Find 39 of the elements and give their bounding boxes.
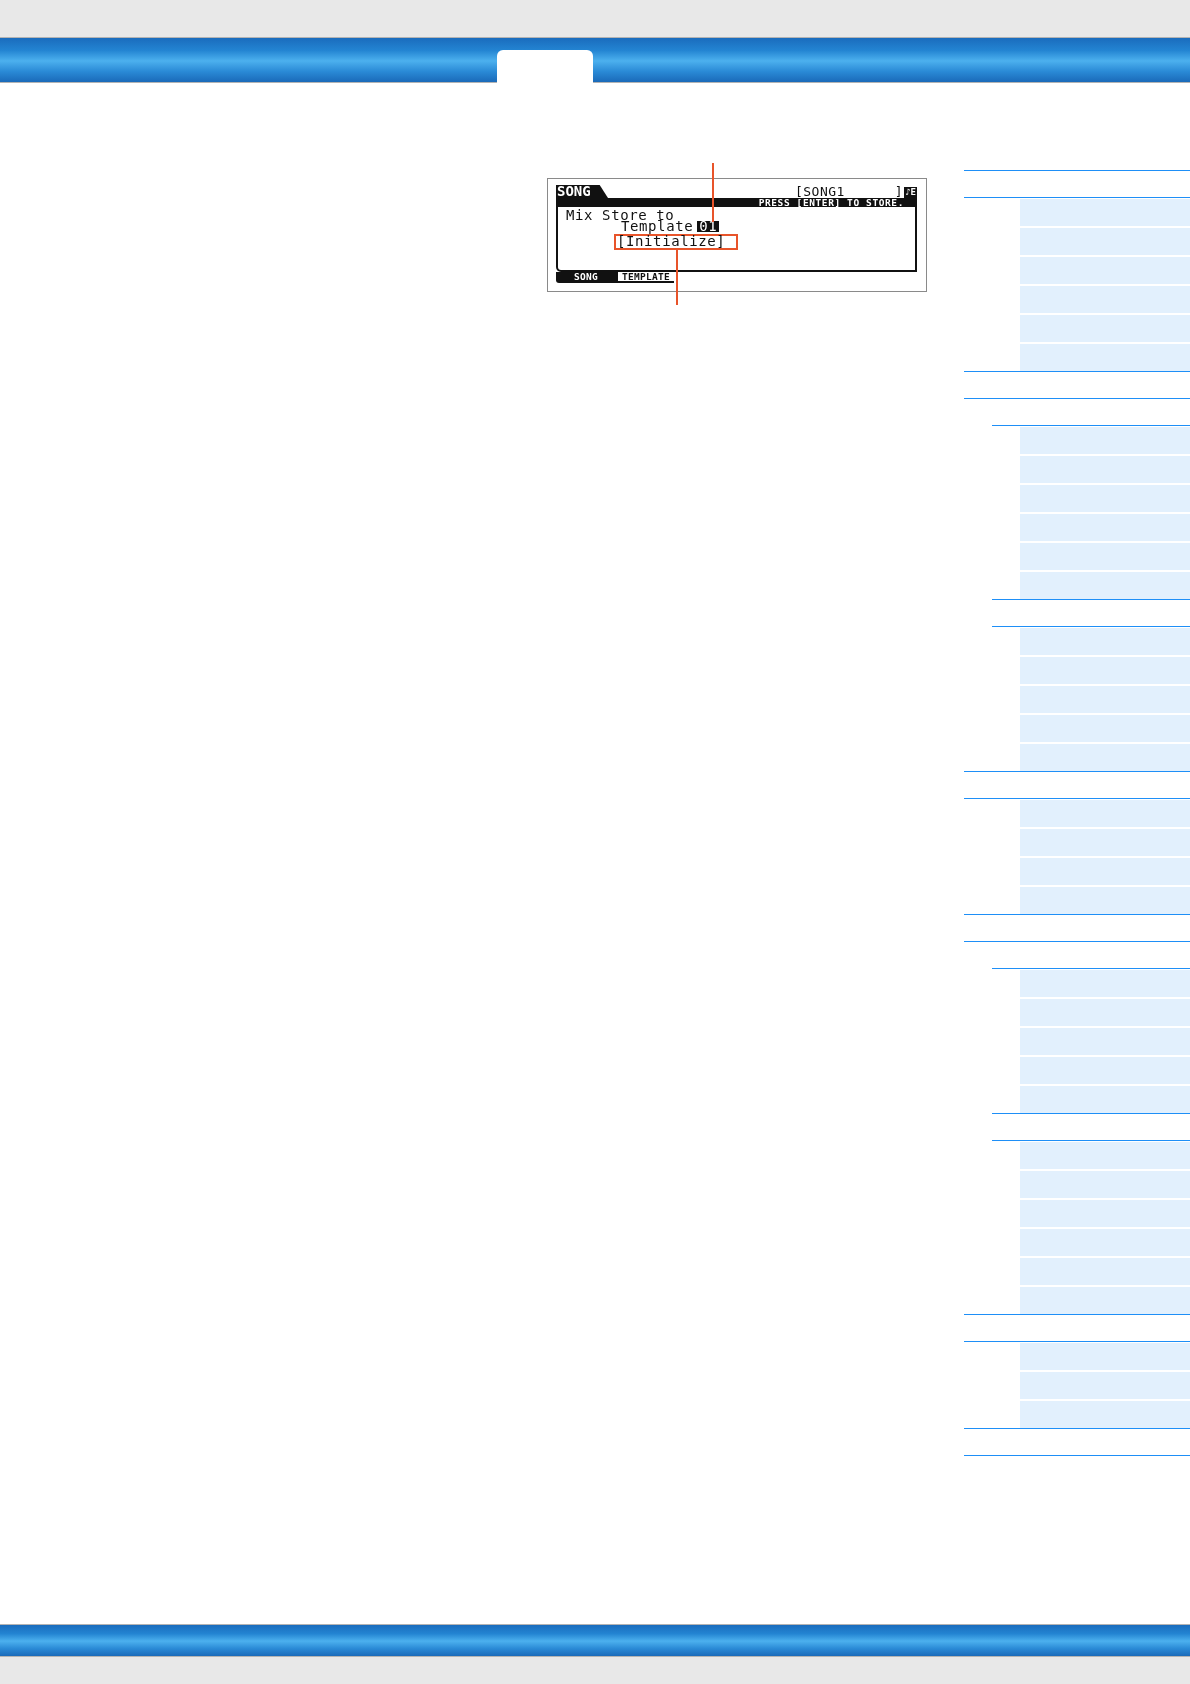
message-bar: PRESS [ENTER] TO STORE. xyxy=(556,198,917,207)
sidebar-item[interactable] xyxy=(1020,829,1190,856)
sidebar-item[interactable] xyxy=(1020,999,1190,1026)
sidebar-section[interactable] xyxy=(964,170,1190,198)
status-indicator: ♪E xyxy=(904,187,917,198)
sidebar-section[interactable] xyxy=(964,371,1190,399)
sidebar-item[interactable] xyxy=(1020,686,1190,713)
template-number: 01 xyxy=(697,221,720,232)
template-name: [Initialize] xyxy=(617,236,726,247)
sidebar-item[interactable] xyxy=(1020,1229,1190,1256)
sidebar-item[interactable] xyxy=(1020,1171,1190,1198)
sidebar-item[interactable] xyxy=(1020,228,1190,255)
sidebar-item[interactable] xyxy=(1020,1057,1190,1084)
sidebar-section[interactable] xyxy=(964,1428,1190,1456)
sidebar-item[interactable] xyxy=(1020,315,1190,342)
sidebar-item[interactable] xyxy=(1020,1028,1190,1055)
sidebar-item[interactable] xyxy=(1020,1258,1190,1285)
song-name: [SONG1 ] xyxy=(794,185,904,198)
template-label: Template xyxy=(621,221,694,232)
sidebar-item[interactable] xyxy=(1020,657,1190,684)
mode-label: SONG xyxy=(556,185,608,198)
sidebar-item[interactable] xyxy=(1020,858,1190,885)
sidebar-section[interactable] xyxy=(964,914,1190,942)
display-tab[interactable]: SONG xyxy=(556,272,616,283)
sidebar-item[interactable] xyxy=(1020,543,1190,570)
sidebar-item[interactable] xyxy=(1020,286,1190,313)
sidebar-item[interactable] xyxy=(1020,1200,1190,1227)
sidebar-item[interactable] xyxy=(1020,456,1190,483)
sidebar-section[interactable] xyxy=(964,771,1190,799)
sidebar-item[interactable] xyxy=(1020,1372,1190,1399)
sidebar-item[interactable] xyxy=(1020,514,1190,541)
prompt-text: Mix Store to xyxy=(566,210,675,221)
sidebar-item[interactable] xyxy=(1020,715,1190,742)
sidebar-section[interactable] xyxy=(964,1314,1190,1342)
sidebar-item[interactable] xyxy=(1020,485,1190,512)
sidebar-item[interactable] xyxy=(1020,257,1190,284)
header-tab[interactable] xyxy=(497,50,593,83)
display-tab[interactable]: TEMPLATE xyxy=(616,272,674,283)
leader-line xyxy=(712,163,714,222)
